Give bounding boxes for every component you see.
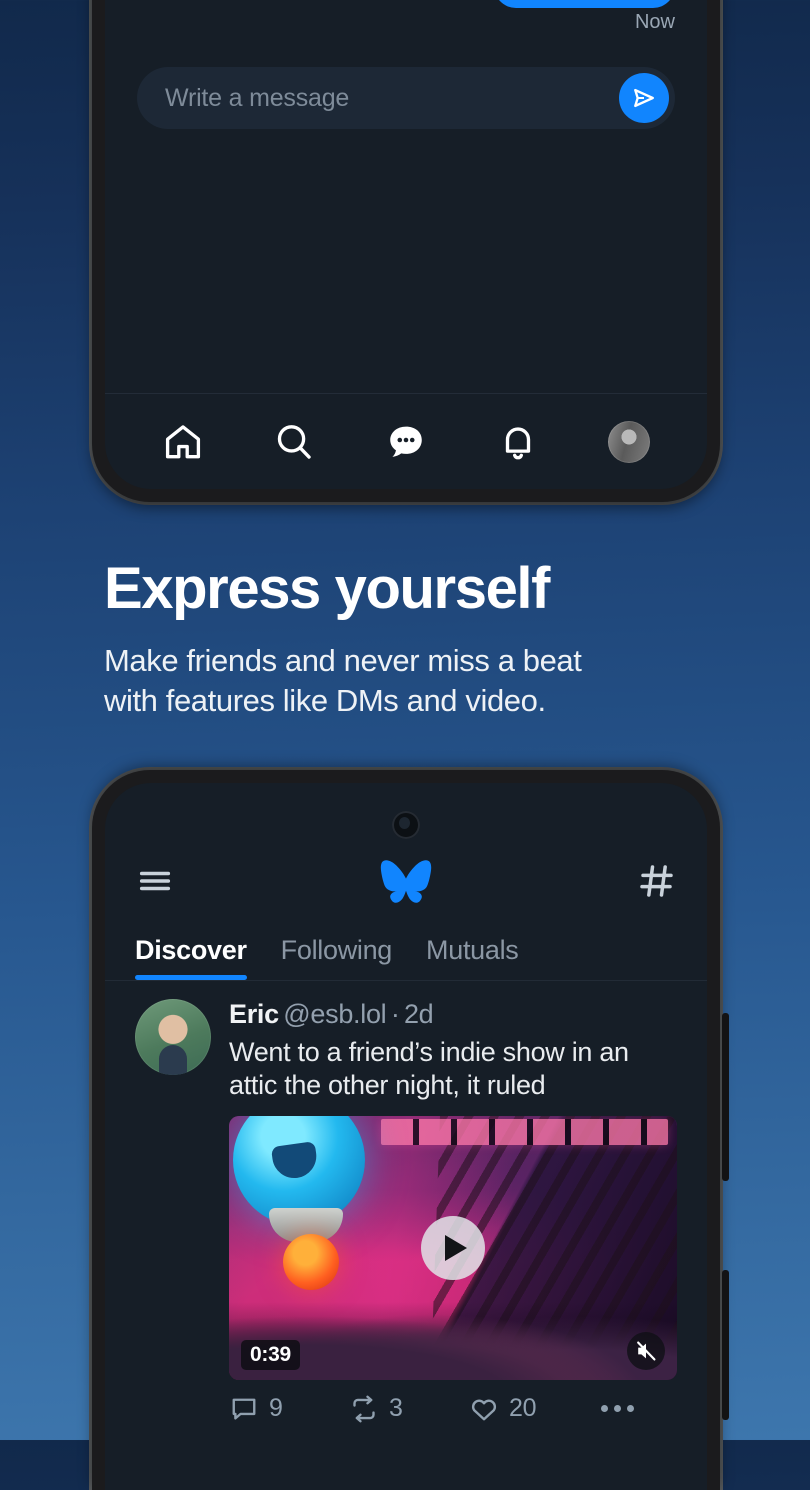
send-button[interactable] xyxy=(619,73,669,123)
message-timestamp-outgoing: Now xyxy=(634,11,675,33)
post-display-name[interactable]: Eric xyxy=(229,999,279,1029)
post-header: Eric @esb.lol · 2d xyxy=(229,999,677,1030)
license-plates-decor xyxy=(381,1118,669,1145)
reply-icon xyxy=(232,1398,256,1420)
search-icon xyxy=(278,424,312,459)
promo-copy: Express yourself Make friends and never … xyxy=(104,556,744,722)
orange-lamp-decor xyxy=(282,1233,339,1290)
feed-tabs: Discover Following Mutuals xyxy=(105,921,707,981)
play-icon[interactable] xyxy=(421,1215,485,1280)
like-heart-icon xyxy=(471,1399,497,1421)
hamburger-menu-button[interactable] xyxy=(135,861,175,906)
sidebar-item-messages[interactable] xyxy=(376,412,436,472)
tab-mutuals[interactable]: Mutuals xyxy=(426,935,519,980)
hashtag-icon xyxy=(640,864,673,897)
messages-icon xyxy=(390,426,422,457)
bluesky-butterfly-logo xyxy=(380,859,432,903)
tab-following[interactable]: Following xyxy=(281,935,393,980)
post-actions: 9 3 20 xyxy=(229,1380,677,1424)
reply-count: 9 xyxy=(269,1394,283,1423)
repost-count: 3 xyxy=(389,1394,403,1423)
message-composer[interactable]: Write a message xyxy=(137,67,675,129)
avatar xyxy=(608,420,651,463)
mute-toggle-button[interactable] xyxy=(627,1331,665,1370)
repost-button[interactable]: 3 xyxy=(349,1394,469,1424)
repost-icon xyxy=(353,1395,375,1423)
tab-discover[interactable]: Discover xyxy=(135,935,247,980)
phone-device-top: wint @dril.bsky.social · 6mo Come Mr Fam… xyxy=(92,0,720,502)
page-title: Express yourself xyxy=(104,556,550,621)
message-bubble-outgoing: Hahaha yes xyxy=(494,0,675,8)
post-video-thumbnail[interactable]: 0:39 xyxy=(229,1115,677,1380)
like-button[interactable]: 20 xyxy=(469,1394,589,1424)
post-handle[interactable]: @esb.lol xyxy=(283,999,386,1029)
eric-avatar[interactable] xyxy=(135,999,211,1075)
promo-subhead-line1: Make friends and never miss a beat xyxy=(104,642,582,678)
feed-screen: Discover Following Mutuals Eric @esb.lol… xyxy=(105,783,707,1490)
feeds-button[interactable] xyxy=(637,861,677,906)
hamburger-menu-icon xyxy=(139,871,171,890)
promo-subhead-line2: with features like DMs and video. xyxy=(104,682,546,718)
more-options-button[interactable] xyxy=(601,1405,634,1413)
post-separator: · xyxy=(390,999,400,1029)
power-button[interactable] xyxy=(722,1270,729,1420)
feed-header xyxy=(105,845,707,921)
muted-speaker-icon xyxy=(637,1341,656,1361)
post-text: Went to a friend’s indie show in an atti… xyxy=(229,1037,629,1100)
video-duration: 0:39 xyxy=(241,1339,300,1370)
volume-button[interactable] xyxy=(722,1013,729,1181)
reply-button[interactable]: 9 xyxy=(229,1394,349,1424)
home-icon xyxy=(165,424,200,458)
sidebar-item-home[interactable] xyxy=(153,412,213,472)
post-timestamp: 2d xyxy=(403,999,434,1029)
sidebar-item-search[interactable] xyxy=(264,412,324,472)
more-dots-icon xyxy=(601,1405,608,1413)
promo-subhead: Make friends and never miss a beat with … xyxy=(104,641,744,722)
dm-screen: wint @dril.bsky.social · 6mo Come Mr Fam… xyxy=(105,0,707,489)
sidebar-item-notifications[interactable] xyxy=(488,412,548,472)
feed-post: Eric @esb.lol · 2d Went to a friend’s in… xyxy=(105,981,707,1424)
bottom-navigation xyxy=(105,393,707,489)
send-plane-icon xyxy=(634,88,654,108)
like-count: 20 xyxy=(509,1394,537,1423)
sidebar-item-profile[interactable] xyxy=(599,412,659,472)
message-input[interactable]: Write a message xyxy=(165,84,619,113)
bluesky-logo xyxy=(380,858,432,909)
phone-device-bottom: Discover Following Mutuals Eric @esb.lol… xyxy=(92,770,729,1490)
bell-icon xyxy=(505,426,530,459)
